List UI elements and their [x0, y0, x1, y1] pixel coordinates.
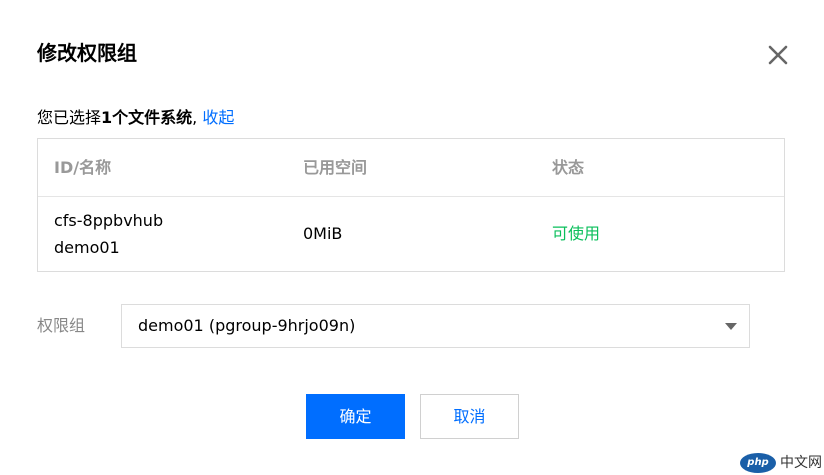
- column-header-used-space: 已用空间: [303, 158, 368, 177]
- file-system-id-name-cell: cfs-8ppbvhub demo01: [54, 207, 163, 261]
- permission-group-label: 权限组: [37, 316, 86, 335]
- modify-permission-group-dialog: 修改权限组 您已选择1个文件系统, 收起 ID/名称 已用空间 状态 cfs-8…: [0, 0, 824, 475]
- cancel-button[interactable]: 取消: [420, 394, 519, 439]
- confirm-button[interactable]: 确定: [306, 394, 405, 439]
- close-button[interactable]: [765, 42, 791, 68]
- collapse-link[interactable]: 收起: [202, 108, 234, 127]
- used-space-cell: 0MiB: [303, 224, 343, 243]
- selection-summary: 您已选择1个文件系统, 收起: [37, 106, 234, 130]
- watermark-logo: php: [740, 453, 776, 473]
- permission-group-select[interactable]: demo01 (pgroup-9hrjo09n): [121, 304, 750, 348]
- selection-prefix: 您已选择: [37, 108, 102, 127]
- file-system-name: demo01: [54, 238, 120, 257]
- column-header-status: 状态: [552, 158, 585, 177]
- selection-separator: ,: [192, 108, 203, 127]
- dialog-title: 修改权限组: [37, 41, 137, 65]
- file-system-id: cfs-8ppbvhub: [54, 211, 164, 230]
- site-watermark: php 中文网: [740, 452, 822, 474]
- chevron-down-icon: [725, 323, 737, 330]
- watermark-site-text: 中文网: [780, 455, 822, 471]
- column-header-id-name: ID/名称: [54, 158, 112, 177]
- selection-count: 1个文件系统: [101, 108, 193, 127]
- file-system-table: ID/名称 已用空间 状态 cfs-8ppbvhub demo01 0MiB 可…: [37, 138, 785, 272]
- status-badge: 可使用: [552, 224, 601, 243]
- table-row: cfs-8ppbvhub demo01 0MiB 可使用: [38, 197, 784, 271]
- permission-group-selected-value: demo01 (pgroup-9hrjo09n): [138, 316, 356, 335]
- table-header: ID/名称 已用空间 状态: [38, 139, 784, 197]
- close-icon: [768, 45, 788, 65]
